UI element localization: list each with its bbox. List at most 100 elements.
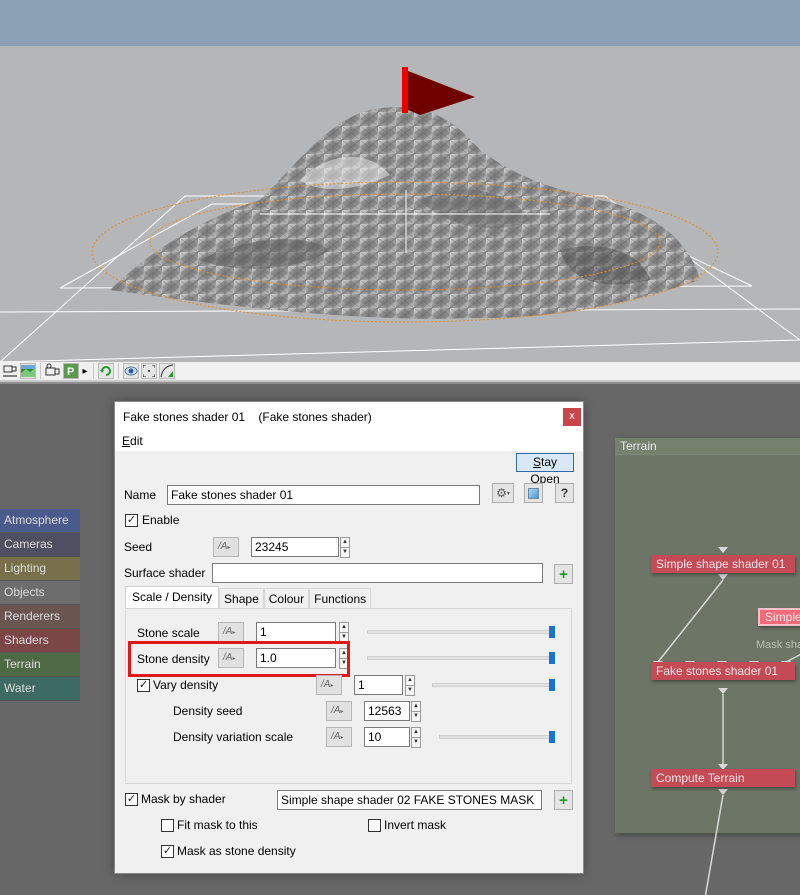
category-terrain[interactable]: Terrain <box>0 653 80 677</box>
curve-icon[interactable] <box>159 363 175 379</box>
dropdown-arrow-icon[interactable]: ▸ <box>81 363 89 379</box>
menu-bar: Edit <box>115 431 583 451</box>
fit-mask-checkbox[interactable] <box>161 819 174 832</box>
svg-text:P: P <box>67 366 74 378</box>
stone-scale-label: Stone scale <box>137 626 200 640</box>
fit-mask-label: Fit mask to this <box>177 818 258 832</box>
seed-label: Seed <box>124 540 153 554</box>
vary-density-slider[interactable] <box>432 679 555 691</box>
tab-shape[interactable]: Shape <box>219 588 264 608</box>
vary-density-input[interactable]: 1 <box>354 675 403 695</box>
spin-up-icon[interactable]: ▲ <box>339 622 349 633</box>
camera-sync-icon[interactable] <box>2 363 18 379</box>
viewport-toolbar: P ▸ <box>0 362 800 382</box>
surface-shader-input[interactable] <box>212 563 543 583</box>
category-cameras[interactable]: Cameras <box>0 533 80 557</box>
mask-as-stone-density-checkbox[interactable]: ✓ <box>161 845 174 858</box>
density-variation-scale-label: Density variation scale <box>173 730 294 744</box>
spin-up-icon[interactable]: ▲ <box>340 537 350 548</box>
spin-down-icon[interactable]: ▼ <box>411 712 421 722</box>
close-button[interactable]: x <box>563 408 581 426</box>
dialog-title: Fake stones shader 01 (Fake stones shade… <box>123 410 372 424</box>
stay-open-button[interactable]: Stay Open <box>516 453 574 486</box>
stone-scale-spinner[interactable]: ▲ ▼ <box>339 622 349 643</box>
eye-icon[interactable] <box>123 363 139 379</box>
mask-by-shader-label: Mask by shader <box>141 792 226 806</box>
density-variation-scale-spinner[interactable]: ▲ ▼ <box>411 727 421 748</box>
vary-density-checkbox[interactable]: ✓ <box>137 679 150 692</box>
tab-bar: Scale / Density Shape Colour Functions <box>125 586 372 608</box>
density-variation-scale-animate-button[interactable]: /A▸ <box>326 727 352 747</box>
dropdown-arrow-icon: ▾ <box>506 490 510 497</box>
density-seed-input[interactable]: 12563 <box>364 701 410 721</box>
spin-up-icon[interactable]: ▲ <box>411 701 421 712</box>
name-label: Name <box>124 488 157 502</box>
slider-track <box>367 630 555 634</box>
stone-density-slider[interactable] <box>367 652 555 664</box>
vary-density-label: Vary density <box>153 678 219 692</box>
menu-edit[interactable]: Edit <box>122 434 143 448</box>
slider-track <box>432 683 555 687</box>
seed-input[interactable]: 23245 <box>251 537 339 557</box>
name-input[interactable]: Fake stones shader 01 <box>167 485 480 505</box>
help-button[interactable]: ? <box>555 483 574 503</box>
category-shaders[interactable]: Shaders <box>0 629 80 653</box>
category-atmosphere[interactable]: Atmosphere <box>0 509 80 533</box>
spin-down-icon[interactable]: ▼ <box>405 686 415 696</box>
density-variation-scale-slider[interactable] <box>439 731 555 743</box>
vary-density-animate-button[interactable]: /A▸ <box>316 675 342 695</box>
slider-thumb[interactable] <box>549 731 555 743</box>
dialog-titlebar[interactable]: Fake stones shader 01 (Fake stones shade… <box>115 402 583 431</box>
add-icon: + <box>559 565 568 583</box>
refresh-icon[interactable] <box>98 363 114 379</box>
fake-stones-mound <box>110 106 700 319</box>
density-seed-spinner[interactable]: ▲ ▼ <box>411 701 421 722</box>
node-simple-shape-shader-01[interactable]: Simple shape shader 01 <box>651 555 795 573</box>
tab-functions[interactable]: Functions <box>309 588 372 608</box>
preview-p-icon[interactable]: P <box>63 363 79 379</box>
add-mask-shader-button[interactable]: + <box>554 790 573 810</box>
invert-mask-checkbox[interactable] <box>368 819 381 832</box>
seed-spinner[interactable]: ▲ ▼ <box>340 537 350 558</box>
spin-up-icon[interactable]: ▲ <box>405 675 415 686</box>
slider-thumb[interactable] <box>549 652 555 664</box>
tab-scale-density[interactable]: Scale / Density <box>125 586 220 608</box>
3d-viewport[interactable] <box>0 0 800 362</box>
node-simple-shape-shader-02[interactable]: Simple shape shader 02 <box>758 608 800 626</box>
slider-thumb[interactable] <box>549 679 555 691</box>
stone-scale-input[interactable]: 1 <box>256 622 336 642</box>
category-lighting[interactable]: Lighting <box>0 557 80 581</box>
density-variation-scale-input[interactable]: 10 <box>364 727 410 747</box>
render-preview-icon[interactable] <box>20 363 36 379</box>
stone-scale-animate-button[interactable]: /A▸ <box>218 622 244 642</box>
category-renderers[interactable]: Renderers <box>0 605 80 629</box>
node-compute-terrain[interactable]: Compute Terrain <box>651 769 795 787</box>
dropdown-arrow-icon: ▸ <box>340 735 344 741</box>
tab-colour[interactable]: Colour <box>263 588 310 608</box>
mask-as-stone-density-label: Mask as stone density <box>177 844 296 858</box>
node-fake-stones-shader-01[interactable]: Fake stones shader 01 <box>651 662 795 680</box>
preview-button[interactable] <box>524 483 543 503</box>
gear-menu-button[interactable]: ⚙ ▾ <box>492 483 514 503</box>
mask-by-shader-checkbox[interactable]: ✓ <box>125 793 138 806</box>
stone-scale-slider[interactable] <box>367 626 555 638</box>
toolbar-separator <box>118 363 119 379</box>
spin-down-icon[interactable]: ▼ <box>340 548 350 558</box>
category-objects[interactable]: Objects <box>0 581 80 605</box>
stay-open-mnemonic: S <box>532 455 541 469</box>
terrain-node-group[interactable]: Terrain Simple shape shader 01 Simple sh… <box>615 438 800 895</box>
density-seed-animate-button[interactable]: /A▸ <box>326 701 352 721</box>
frame-icon[interactable] <box>141 363 157 379</box>
slider-thumb[interactable] <box>549 626 555 638</box>
mask-shader-input[interactable]: Simple shape shader 02 FAKE STONES MASK <box>277 790 542 810</box>
enable-checkbox[interactable]: ✓ <box>125 514 138 527</box>
spin-up-icon[interactable]: ▲ <box>411 727 421 738</box>
gear-icon: ⚙ <box>496 486 507 500</box>
camera-icon[interactable] <box>45 363 61 379</box>
add-surface-shader-button[interactable]: + <box>554 564 573 584</box>
vary-density-spinner[interactable]: ▲ ▼ <box>405 675 415 696</box>
seed-animate-button[interactable]: /A▸ <box>213 537 239 557</box>
category-water[interactable]: Water <box>0 677 80 701</box>
spin-down-icon[interactable]: ▼ <box>411 738 421 748</box>
category-list: Atmosphere Cameras Lighting Objects Rend… <box>0 509 80 701</box>
